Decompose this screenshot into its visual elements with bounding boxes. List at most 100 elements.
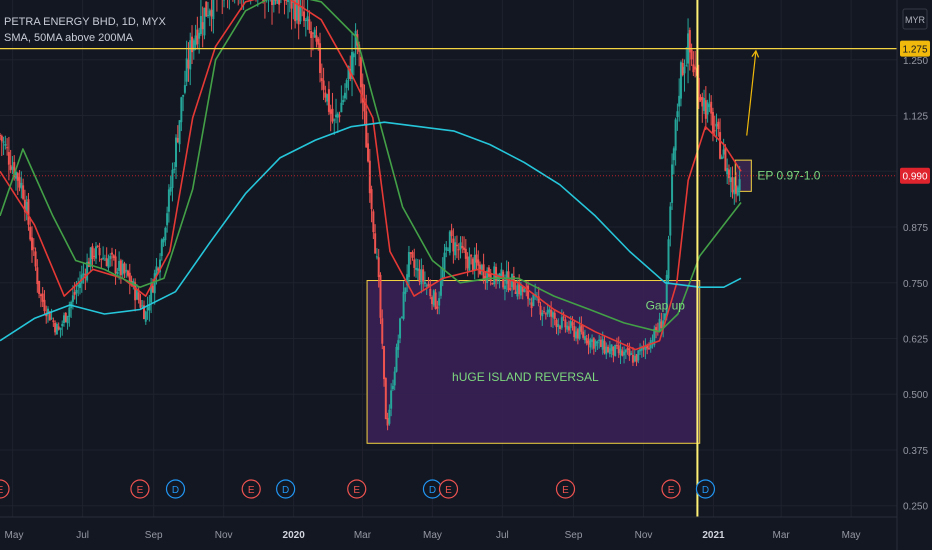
candle-up [630, 353, 633, 355]
candle-up [438, 298, 441, 306]
candle-up [644, 346, 647, 351]
candle-up [468, 256, 471, 271]
candle-up [2, 141, 5, 143]
candle-up [500, 269, 503, 276]
candle-down [381, 318, 384, 344]
candle-down [315, 35, 318, 42]
candle-up [304, 19, 307, 21]
candle-down [384, 378, 387, 420]
candle-down [615, 345, 618, 347]
candle-up [557, 324, 560, 327]
candle-down [16, 173, 19, 181]
candle-down [719, 132, 722, 159]
candle-down [521, 287, 524, 292]
candle-up [109, 255, 112, 259]
candle-down [100, 258, 103, 260]
candle-down [278, 0, 281, 5]
candle-up [601, 339, 604, 350]
candle-up [121, 263, 124, 275]
candle-up [425, 285, 428, 287]
candle-up [448, 231, 451, 253]
candle-down [530, 302, 533, 309]
candle-down [7, 152, 10, 165]
entry-price-label: EP 0.97-1.0 [757, 169, 820, 183]
candle-up [569, 321, 572, 328]
candle-up [667, 239, 670, 279]
candle-down [471, 258, 474, 272]
candle-up [146, 307, 149, 311]
chart-background [0, 0, 932, 550]
candle-up [420, 269, 423, 285]
candle-down [587, 340, 590, 345]
candle-up [423, 281, 426, 285]
candle-down [96, 245, 99, 247]
candle-up [116, 271, 119, 275]
candle-down [491, 283, 494, 285]
candle-up [683, 66, 686, 74]
candle-up [77, 284, 80, 287]
candle-up [415, 267, 418, 270]
candle-up [624, 349, 627, 353]
candle-down [724, 147, 727, 171]
candle-up [578, 326, 581, 339]
price-tick-label: 0.250 [903, 502, 928, 513]
candle-down [127, 270, 130, 276]
candle-up [445, 247, 448, 251]
candle-up [198, 32, 201, 39]
candle-up [333, 119, 336, 121]
candle-up [102, 257, 105, 259]
candle-down [431, 297, 434, 305]
candle-up [20, 182, 23, 189]
candle-up [50, 317, 53, 319]
candle-down [717, 121, 720, 130]
candle-up [583, 336, 586, 341]
candle-up [402, 291, 405, 319]
candle-down [411, 252, 414, 258]
candle-down [114, 256, 117, 273]
event-marker-letter: E [668, 485, 675, 496]
candle-up [352, 53, 355, 58]
time-tick-label: Jul [76, 530, 89, 541]
candle-down [690, 49, 693, 60]
candle-up [516, 285, 519, 297]
candle-down [196, 29, 199, 45]
price-chart[interactable]: hUGE ISLAND REVERSAL Gap up EP 0.97-1.0 E E… [0, 0, 932, 550]
candle-up [169, 187, 172, 192]
time-tick-label: May [5, 530, 24, 541]
candle-down [621, 350, 624, 356]
candle-up [598, 339, 601, 342]
candle-down [271, 0, 274, 5]
candle-down [73, 292, 76, 295]
candle-up [342, 100, 345, 103]
candle-down [205, 1, 208, 17]
time-tick-label: Mar [354, 530, 372, 541]
price-tick-label: 1.125 [903, 112, 928, 123]
candle-down [27, 199, 30, 225]
candle-down [626, 347, 629, 351]
candle-up [658, 318, 661, 331]
event-marker-letter: E [353, 485, 360, 496]
candle-down [123, 263, 126, 274]
candle-down [32, 247, 35, 249]
candle-down [6, 147, 9, 149]
candle-down [422, 269, 425, 282]
candle-down [43, 299, 46, 312]
candle-down [285, 0, 288, 1]
candle-up [674, 119, 677, 151]
candle-down [22, 185, 25, 199]
candle-up [118, 261, 121, 271]
candle-up [135, 290, 138, 300]
candle-down [137, 292, 140, 301]
candle-up [391, 385, 394, 390]
candle-down [187, 59, 190, 69]
candle-down [374, 233, 377, 254]
candle-down [112, 255, 115, 259]
time-tick-label: Jul [496, 530, 509, 541]
time-tick-label: Mar [773, 530, 791, 541]
candle-down [413, 259, 416, 268]
candle-up [185, 58, 188, 82]
candle-down [631, 355, 634, 363]
candle-down [0, 135, 3, 142]
candle-up [715, 123, 718, 127]
candle-up [66, 316, 69, 324]
